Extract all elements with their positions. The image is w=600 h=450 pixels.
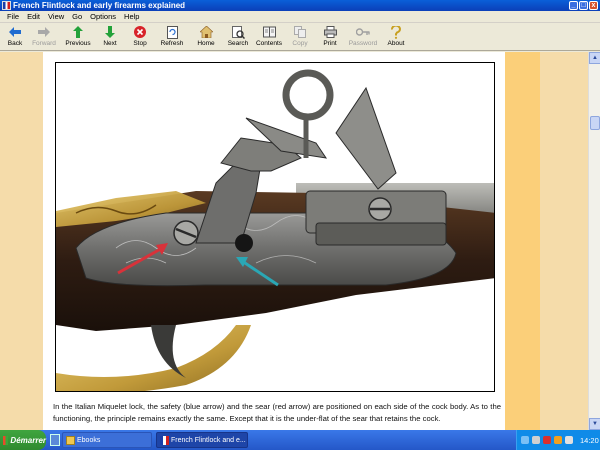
search-button[interactable]: Search [223, 23, 253, 51]
print-label: Print [323, 40, 337, 47]
window-title: French Flintlock and early firearms expl… [13, 1, 186, 10]
vertical-scrollbar[interactable]: ▲ ▼ [588, 52, 600, 430]
maximize-button[interactable]: □ [579, 1, 588, 10]
previous-label: Previous [65, 40, 91, 47]
search-label: Search [227, 40, 249, 47]
contents-button[interactable]: Contents [253, 23, 285, 51]
password-button[interactable]: Password [345, 23, 381, 51]
minimize-button[interactable]: _ [569, 1, 578, 10]
previous-button[interactable]: Previous [61, 23, 95, 51]
forward-label: Forward [32, 40, 56, 47]
scroll-up-button[interactable]: ▲ [589, 52, 600, 64]
home-icon [199, 25, 213, 39]
refresh-label: Refresh [160, 40, 184, 47]
back-label: Back [7, 40, 23, 47]
task-french-flintlock-label: French Flintlock and e... [171, 437, 246, 444]
volume-icon[interactable] [565, 436, 573, 444]
next-button[interactable]: Next [95, 23, 125, 51]
about-icon [389, 25, 403, 39]
down-arrow-icon [103, 25, 117, 39]
stop-icon [133, 25, 147, 39]
print-button[interactable]: Print [315, 23, 345, 51]
password-label: Password [348, 40, 378, 47]
folder-icon [66, 436, 75, 445]
next-label: Next [103, 40, 117, 47]
page-viewport: In the Italian Miquelet lock, the safety… [0, 52, 600, 430]
page-caption: In the Italian Miquelet lock, the safety… [53, 402, 501, 423]
about-button[interactable]: About [381, 23, 411, 51]
stop-label: Stop [133, 40, 147, 47]
copy-button[interactable]: Copy [285, 23, 315, 51]
task-ebooks[interactable]: Ebooks [62, 432, 152, 448]
tray-arrow-icon[interactable] [521, 436, 529, 444]
forward-button[interactable]: Forward [27, 23, 61, 51]
decorative-side-stripe [505, 52, 540, 430]
app-icon [2, 1, 11, 10]
scroll-thumb[interactable] [590, 116, 600, 130]
home-label: Home [197, 40, 215, 47]
start-button[interactable]: Démarrer [0, 430, 46, 450]
flintlock-photo [55, 62, 495, 392]
forward-arrow-icon [37, 25, 51, 39]
menu-edit[interactable]: Edit [23, 11, 44, 22]
menu-options[interactable]: Options [86, 11, 120, 22]
task-ebooks-label: Ebooks [77, 437, 101, 444]
menu-go[interactable]: Go [68, 11, 86, 22]
quick-launch-icon[interactable] [50, 434, 60, 446]
taskbar: Démarrer Ebooks French Flintlock and e..… [0, 430, 600, 450]
antivirus-icon[interactable] [554, 436, 562, 444]
system-tray: 14:20 [516, 430, 600, 450]
book-icon [160, 436, 169, 445]
contents-label: Contents [255, 40, 283, 47]
about-label: About [387, 40, 405, 47]
refresh-button[interactable]: Refresh [155, 23, 189, 51]
network-icon[interactable] [532, 436, 540, 444]
print-icon [323, 25, 337, 39]
task-french-flintlock[interactable]: French Flintlock and e... [156, 432, 248, 448]
contents-icon [262, 25, 276, 39]
menu-bar: File Edit View Go Options Help [0, 11, 600, 23]
toolbar: Back Forward Previous Next Stop Refresh … [0, 23, 600, 51]
copy-label: Copy [292, 40, 308, 47]
stop-button[interactable]: Stop [125, 23, 155, 51]
up-arrow-icon [71, 25, 85, 39]
copy-icon [293, 25, 307, 39]
menu-help[interactable]: Help [120, 11, 143, 22]
windows-logo-icon [3, 435, 9, 445]
title-bar: French Flintlock and early firearms expl… [0, 0, 600, 11]
page-content: In the Italian Miquelet lock, the safety… [43, 52, 505, 430]
window-controls: _ □ x [569, 1, 598, 10]
key-icon [356, 25, 370, 39]
start-label: Démarrer [10, 435, 46, 445]
home-button[interactable]: Home [189, 23, 223, 51]
menu-file[interactable]: File [3, 11, 23, 22]
security-icon[interactable] [543, 436, 551, 444]
menu-view[interactable]: View [44, 11, 68, 22]
back-button[interactable]: Back [3, 23, 27, 51]
refresh-icon [165, 25, 179, 39]
scroll-down-button[interactable]: ▼ [589, 418, 600, 430]
search-icon [231, 25, 245, 39]
close-button[interactable]: x [589, 1, 598, 10]
back-arrow-icon [8, 25, 22, 39]
clock[interactable]: 14:20 [580, 436, 599, 445]
